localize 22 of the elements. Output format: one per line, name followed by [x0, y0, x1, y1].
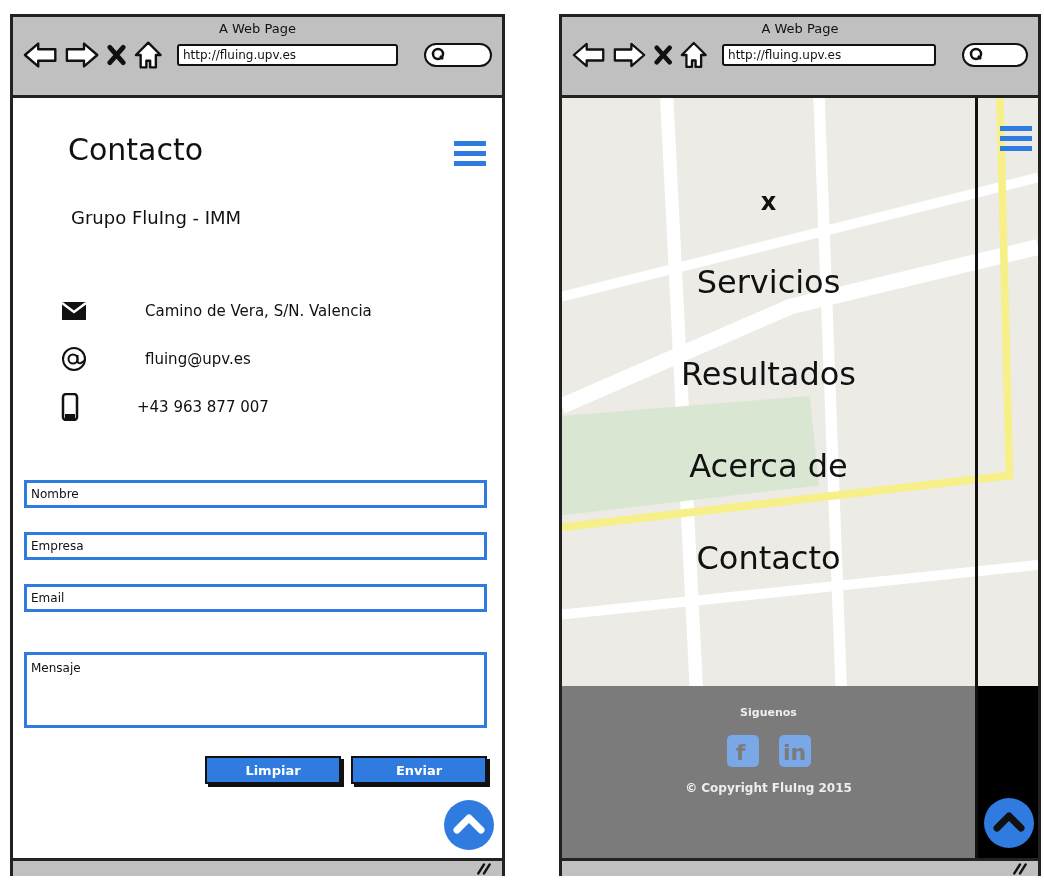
input-field[interactable]: Email: [24, 584, 487, 612]
form-button[interactable]: Enviar: [351, 756, 487, 784]
copyright-text: © Copyright FluIng 2015: [685, 781, 852, 795]
url-field[interactable]: http://fluing.upv.es: [722, 44, 937, 66]
menu-item[interactable]: Contacto: [696, 532, 841, 584]
page-heading: Contacto: [67, 131, 204, 167]
contact-text: Camino de Vera, S/N. Valencia: [145, 302, 372, 320]
window-title: A Web Page: [219, 21, 296, 36]
input-field[interactable]: Empresa: [24, 532, 487, 560]
input-field[interactable]: Nombre: [24, 480, 487, 508]
contact-text: +43 963 877 007: [137, 398, 269, 416]
contact-text: fluing@upv.es: [145, 350, 251, 368]
close-button[interactable]: x: [760, 188, 777, 216]
menu-item[interactable]: Resultados: [680, 348, 856, 400]
form-button[interactable]: Limpiar: [205, 756, 341, 784]
menu-item[interactable]: Acerca de: [689, 440, 848, 492]
organization-name: Grupo FluIng - IMM: [70, 206, 242, 228]
window-title: A Web Page: [761, 21, 839, 36]
menu-item[interactable]: Servicios: [696, 256, 841, 308]
footer-title: Siguenos: [740, 706, 797, 719]
message-field[interactable]: Mensaje: [24, 652, 487, 728]
url-field[interactable]: http://fluing.upv.es: [176, 44, 399, 66]
